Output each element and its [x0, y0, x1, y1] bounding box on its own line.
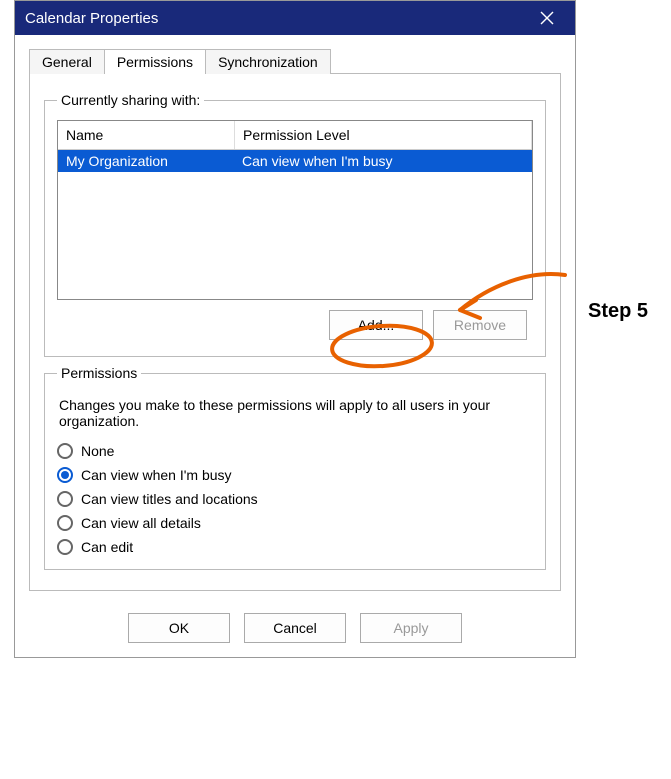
sharing-legend: Currently sharing with:: [57, 92, 204, 108]
radio-edit[interactable]: Can edit: [57, 539, 533, 555]
permissions-radio-group: None Can view when I'm busy Can view tit…: [57, 443, 533, 555]
permissions-fieldset: Permissions Changes you make to these pe…: [44, 365, 546, 570]
titlebar: Calendar Properties: [15, 1, 575, 35]
permissions-note: Changes you make to these permissions wi…: [59, 397, 531, 429]
radio-icon: [57, 491, 73, 507]
dialog-title: Calendar Properties: [25, 10, 158, 27]
radio-none[interactable]: None: [57, 443, 533, 459]
permissions-legend: Permissions: [57, 365, 141, 381]
table-row[interactable]: My Organization Can view when I'm busy: [58, 150, 532, 172]
sharing-fieldset: Currently sharing with: Name Permission …: [44, 92, 546, 357]
radio-label: Can view titles and locations: [81, 491, 258, 507]
radio-details[interactable]: Can view all details: [57, 515, 533, 531]
tab-synchronization[interactable]: Synchronization: [205, 49, 331, 74]
close-button[interactable]: [527, 1, 567, 35]
calendar-properties-dialog: Calendar Properties General Permissions …: [14, 0, 576, 658]
cancel-button[interactable]: Cancel: [244, 613, 346, 643]
radio-icon: [57, 467, 73, 483]
tabs: General Permissions Synchronization: [29, 49, 561, 74]
row-name: My Organization: [58, 150, 234, 172]
column-permission[interactable]: Permission Level: [235, 121, 532, 149]
radio-label: Can view all details: [81, 515, 201, 531]
tab-panel-permissions: Currently sharing with: Name Permission …: [29, 73, 561, 591]
column-name[interactable]: Name: [58, 121, 235, 149]
radio-label: None: [81, 443, 114, 459]
tab-permissions[interactable]: Permissions: [104, 49, 206, 74]
tab-general[interactable]: General: [29, 49, 105, 74]
radio-icon: [57, 539, 73, 555]
radio-label: Can edit: [81, 539, 133, 555]
ok-button[interactable]: OK: [128, 613, 230, 643]
annotation-step-label: Step 5: [588, 300, 648, 323]
radio-label: Can view when I'm busy: [81, 467, 232, 483]
radio-icon: [57, 443, 73, 459]
remove-button[interactable]: Remove: [433, 310, 527, 340]
sharing-table-header: Name Permission Level: [58, 121, 532, 150]
apply-button[interactable]: Apply: [360, 613, 462, 643]
radio-icon: [57, 515, 73, 531]
radio-titles[interactable]: Can view titles and locations: [57, 491, 533, 507]
dialog-footer: OK Cancel Apply: [15, 603, 575, 657]
close-icon: [540, 11, 554, 25]
row-permission: Can view when I'm busy: [234, 150, 532, 172]
sharing-buttons: Add... Remove: [57, 310, 527, 340]
add-button[interactable]: Add...: [329, 310, 423, 340]
sharing-table[interactable]: Name Permission Level My Organization Ca…: [57, 120, 533, 300]
radio-busy[interactable]: Can view when I'm busy: [57, 467, 533, 483]
